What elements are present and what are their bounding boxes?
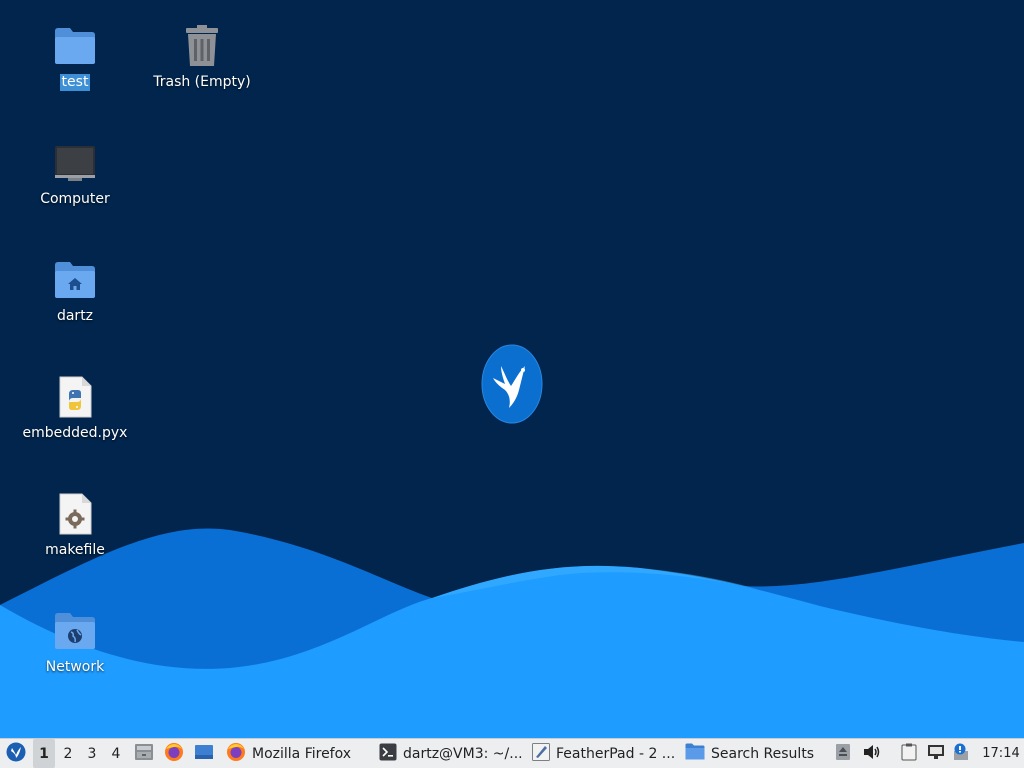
tray-clipboard[interactable] [898,739,920,768]
network-folder-icon [51,607,99,655]
workspace-1[interactable]: 1 [33,739,55,768]
taskbar: 1 2 3 4 Mozilla Firefox dartz@VM3: ~/...… [0,738,1024,768]
lubuntu-logo [481,344,543,428]
volume-icon [863,744,881,764]
tray-network[interactable] [925,739,947,768]
show-desktop-button[interactable] [193,739,215,768]
tray-volume[interactable] [861,739,883,768]
desktop-icon-dartz[interactable]: dartz [20,256,130,325]
update-notifier-icon [952,743,970,765]
task-label: Mozilla Firefox [252,745,352,762]
clipboard-icon [901,743,917,765]
workspace-3[interactable]: 3 [81,739,103,768]
lubuntu-menu-icon [6,742,26,766]
task-label: FeatherPad - 2 ... [556,745,676,762]
terminal-icon [379,743,397,765]
clock[interactable]: 17:14 [980,739,1022,768]
task-featherpad[interactable]: FeatherPad - 2 ... [528,739,676,768]
firefox-icon [226,742,246,766]
start-menu-button[interactable] [3,739,29,768]
task-firefox[interactable]: Mozilla Firefox [222,739,370,768]
task-label: Search Results [711,745,815,762]
show-desktop-icon [194,744,214,764]
home-folder-icon [51,256,99,304]
makefile-icon [51,490,99,538]
computer-icon [51,139,99,187]
eject-icon [835,743,851,765]
python-file-icon [51,373,99,421]
file-manager-icon [134,743,154,765]
clock-time: 17:14 [982,746,1020,761]
desktop-icon-network[interactable]: Network [20,607,130,676]
folder-icon [51,22,99,70]
trash-icon [178,22,226,70]
workspace-4[interactable]: 4 [105,739,127,768]
desktop-icon-makefile[interactable]: makefile [20,490,130,559]
firefox-icon [164,742,184,766]
tray-update-notifier[interactable] [950,739,972,768]
task-label: dartz@VM3: ~/... [403,745,523,762]
desktop-icon-embedded-pyx[interactable]: embedded.pyx [20,373,130,442]
task-terminal[interactable]: dartz@VM3: ~/... [375,739,523,768]
workspace-2[interactable]: 2 [57,739,79,768]
desktop-icon-trash[interactable]: Trash (Empty) [147,22,257,91]
file-manager-launcher[interactable] [133,739,155,768]
task-search-results[interactable]: Search Results [681,739,829,768]
featherpad-icon [532,742,550,765]
firefox-launcher[interactable] [163,739,185,768]
desktop[interactable]: test Trash (Empty) Computer dartz embedd… [0,0,1024,738]
folder-icon [685,743,705,764]
network-icon [927,744,945,764]
tray-eject[interactable] [832,739,854,768]
desktop-icon-test[interactable]: test [20,22,130,91]
desktop-icon-computer[interactable]: Computer [20,139,130,208]
